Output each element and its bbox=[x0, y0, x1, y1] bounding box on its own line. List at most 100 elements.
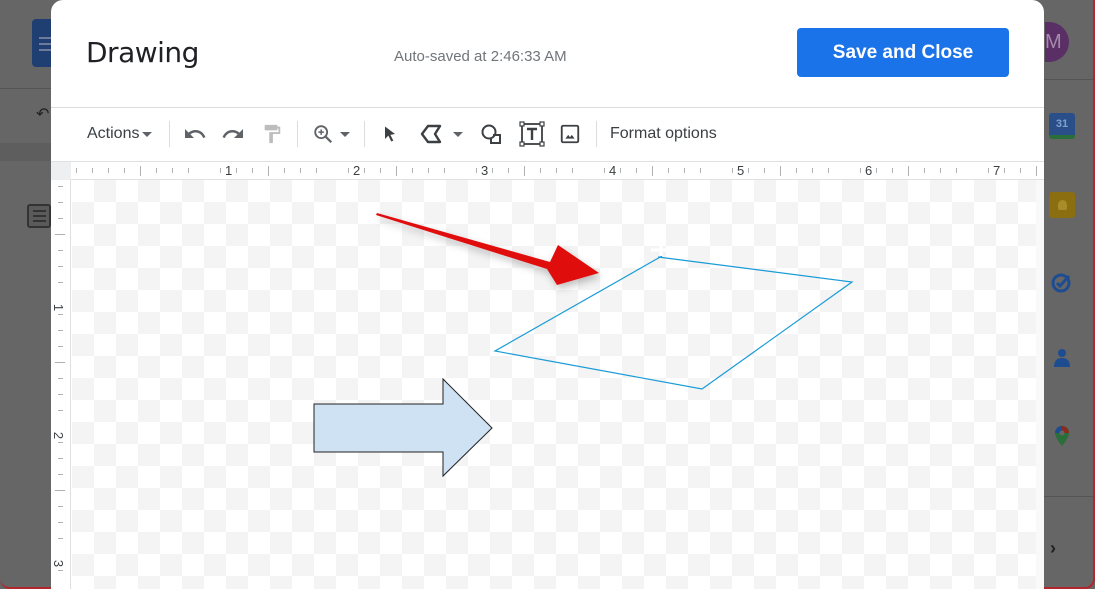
ruler-tick bbox=[540, 168, 541, 173]
ruler-tick bbox=[812, 168, 813, 173]
ruler-tick bbox=[140, 165, 141, 176]
document-outline-icon bbox=[27, 204, 51, 228]
avatar-initial: M bbox=[1045, 31, 1062, 53]
ruler-tick bbox=[892, 168, 893, 173]
ruler-label: 7 bbox=[993, 163, 1001, 178]
red-arrow-shape[interactable] bbox=[376, 213, 599, 285]
maps-icon bbox=[1049, 423, 1075, 449]
ruler-tick bbox=[57, 266, 63, 267]
contacts-icon bbox=[1049, 345, 1075, 371]
ruler-tick bbox=[604, 168, 605, 173]
ruler-tick bbox=[428, 168, 429, 173]
actions-label: Actions bbox=[87, 125, 140, 142]
ruler-tick bbox=[57, 522, 63, 523]
ruler-tick bbox=[76, 168, 77, 173]
ruler-tick bbox=[620, 168, 621, 173]
ruler-tick bbox=[57, 330, 63, 331]
ruler-tick bbox=[57, 250, 63, 251]
calendar-day: 31 bbox=[1055, 118, 1069, 130]
ruler-tick bbox=[57, 282, 63, 283]
ruler-tick bbox=[57, 458, 63, 459]
dialog-title: Drawing bbox=[86, 36, 199, 69]
save-and-close-button[interactable]: Save and Close bbox=[797, 28, 1009, 77]
actions-menu[interactable]: Actions bbox=[87, 114, 153, 154]
ruler-tick bbox=[57, 314, 63, 315]
ruler-tick bbox=[556, 168, 557, 173]
ruler-tick bbox=[220, 168, 221, 173]
ruler-tick bbox=[828, 168, 829, 173]
undo-button[interactable] bbox=[181, 114, 209, 154]
text-box-tool[interactable] bbox=[517, 114, 547, 154]
ruler-tick bbox=[364, 168, 365, 173]
expand-panel-chevron-icon[interactable]: › bbox=[1050, 538, 1056, 559]
zoom-menu[interactable] bbox=[308, 114, 354, 154]
ruler-tick bbox=[172, 168, 173, 173]
ruler-tick bbox=[55, 362, 65, 363]
backdrop-ruler-band bbox=[0, 143, 55, 161]
ruler-tick bbox=[700, 168, 701, 173]
drawing-canvas[interactable] bbox=[72, 180, 1036, 589]
ruler-label: 4 bbox=[609, 163, 617, 178]
ruler-tick bbox=[684, 168, 685, 173]
drawing-toolbar: Actions Format options bbox=[51, 114, 1044, 154]
ruler-tick bbox=[57, 474, 63, 475]
ruler-tick bbox=[156, 168, 157, 173]
ruler-tick bbox=[1036, 165, 1037, 176]
ruler-tick bbox=[57, 538, 63, 539]
ruler-tick bbox=[57, 218, 63, 219]
calendar-icon: 31 bbox=[1049, 113, 1075, 139]
toolbar-separator bbox=[364, 121, 365, 147]
ruler-tick bbox=[57, 186, 63, 187]
crosshair-cursor bbox=[651, 242, 671, 256]
ruler-label: 2 bbox=[51, 431, 67, 440]
ruler-tick bbox=[508, 168, 509, 173]
redo-button[interactable] bbox=[219, 114, 247, 154]
ruler-label: 3 bbox=[481, 163, 489, 178]
right-side-panel: M 31 › bbox=[1044, 0, 1093, 587]
block-arrow-shape[interactable] bbox=[313, 377, 493, 478]
ruler-tick bbox=[57, 346, 63, 347]
format-options-button[interactable]: Format options bbox=[610, 114, 717, 154]
ruler-tick bbox=[572, 168, 573, 173]
ruler-tick bbox=[57, 506, 63, 507]
side-panel-divider bbox=[1044, 496, 1093, 497]
canvas-scroll-edge bbox=[1036, 180, 1044, 589]
ruler-tick bbox=[908, 165, 909, 176]
ruler-tick bbox=[316, 168, 317, 173]
ruler-tick bbox=[57, 394, 63, 395]
polyline-shape[interactable] bbox=[493, 255, 854, 390]
shape-tool[interactable] bbox=[477, 114, 505, 154]
select-tool[interactable] bbox=[376, 114, 404, 154]
ruler-tick bbox=[652, 165, 653, 176]
ruler-label: 1 bbox=[225, 163, 233, 178]
ruler-tick bbox=[1004, 168, 1005, 173]
ruler-tick bbox=[492, 168, 493, 173]
line-tool-menu[interactable] bbox=[414, 114, 468, 154]
ruler-label: 5 bbox=[737, 163, 745, 178]
paint-format-button[interactable] bbox=[258, 114, 286, 154]
ruler-tick bbox=[236, 168, 237, 173]
avatar: M bbox=[1045, 22, 1069, 62]
ruler-tick bbox=[796, 168, 797, 173]
ruler-label: 6 bbox=[865, 163, 873, 178]
backdrop-divider bbox=[0, 88, 55, 89]
ruler-tick bbox=[748, 168, 749, 173]
toolbar-separator bbox=[596, 121, 597, 147]
keep-icon bbox=[1049, 192, 1075, 218]
ruler-tick bbox=[55, 490, 65, 491]
ruler-tick bbox=[300, 168, 301, 173]
image-tool[interactable] bbox=[557, 114, 583, 154]
line-tool-dropdown-icon bbox=[453, 131, 463, 137]
ruler-corner bbox=[51, 161, 71, 180]
ruler-tick bbox=[876, 168, 877, 173]
ruler-tick bbox=[860, 168, 861, 173]
ruler-tick bbox=[924, 168, 925, 173]
ruler-tick bbox=[412, 168, 413, 173]
ruler-tick bbox=[764, 168, 765, 173]
ruler-tick bbox=[348, 168, 349, 173]
paint-format-icon bbox=[264, 124, 281, 144]
actions-dropdown-icon bbox=[142, 131, 153, 137]
ruler-tick bbox=[732, 168, 733, 173]
ruler-tick bbox=[396, 165, 397, 176]
zoom-dropdown-icon bbox=[340, 131, 350, 137]
